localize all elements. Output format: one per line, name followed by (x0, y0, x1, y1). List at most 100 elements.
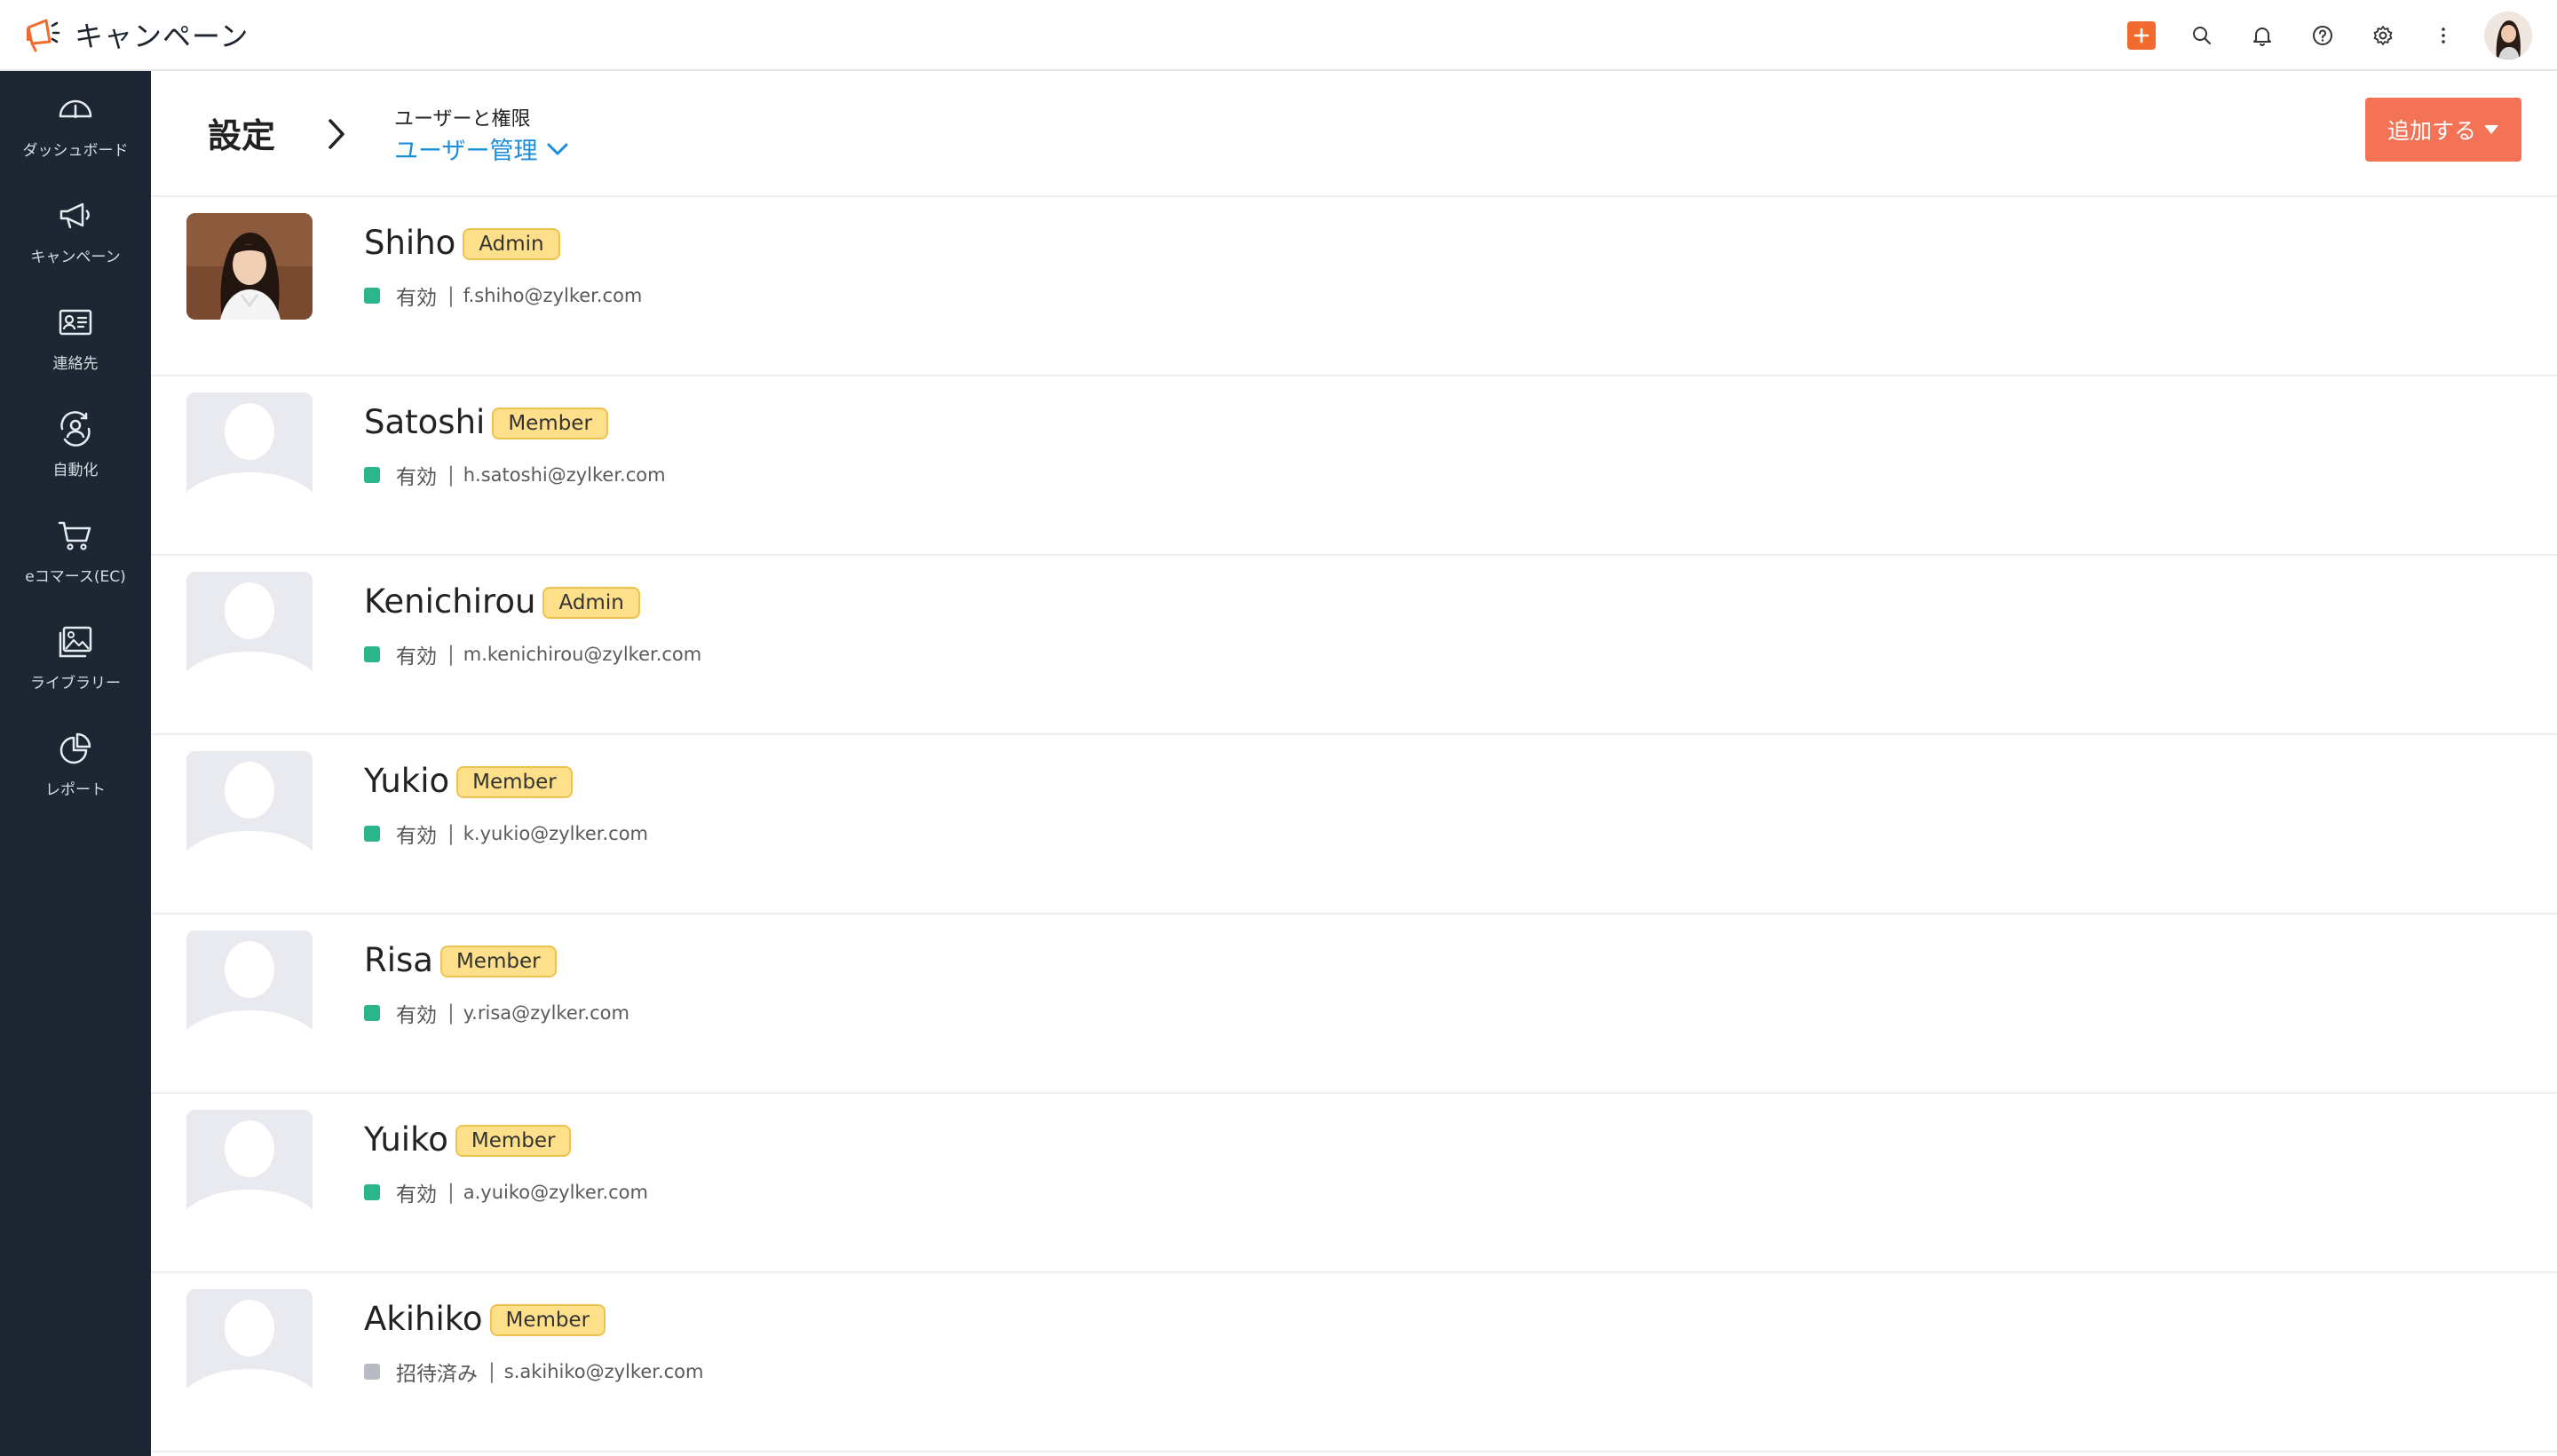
user-name: Shiho Admin (364, 224, 560, 262)
role-badge: Admin (463, 228, 560, 260)
user-status-line: 招待済み | s.akihiko@zylker.com (364, 1357, 704, 1387)
status-indicator (364, 1364, 380, 1380)
sidebar-item-dashboard[interactable]: ダッシュボード (0, 71, 151, 178)
sidebar-item-ecommerce[interactable]: eコマース(EC) (0, 497, 151, 604)
user-photo (186, 213, 313, 320)
user-name-text: Shiho (364, 224, 456, 262)
cart-icon (58, 521, 91, 550)
user-email: f.shiho@zylker.com (463, 285, 643, 306)
sidebar-item-automation[interactable]: 自動化 (0, 391, 151, 497)
user-name: Yuiko Member (364, 1120, 572, 1159)
user-row[interactable]: Satoshi Member 有効 | h.satoshi@zylker.com (151, 376, 2557, 556)
user-name: Satoshi Member (364, 403, 608, 441)
user-status-line: 有効 | a.yuiko@zylker.com (364, 1177, 648, 1207)
search-button[interactable] (2172, 0, 2232, 71)
page-title: 設定 (208, 116, 276, 155)
automation-icon (60, 410, 91, 447)
role-badge: Member (492, 408, 608, 439)
user-email: h.satoshi@zylker.com (463, 464, 666, 486)
role-badge: Member (439, 946, 557, 977)
status-indicator (364, 826, 380, 842)
quick-add-button[interactable] (2111, 0, 2172, 71)
user-photo-image (186, 213, 313, 320)
user-name-text: Kenichirou (364, 582, 536, 621)
user-row[interactable]: Kenichirou Admin 有効 | m.kenichirou@zylker… (151, 556, 2557, 735)
campaign-logo-icon (27, 19, 60, 52)
sidebar-item-reports[interactable]: レポート (0, 710, 151, 817)
dashboard-icon (59, 99, 92, 118)
top-actions (2111, 0, 2532, 71)
sidebar-item-library[interactable]: ライブラリー (0, 604, 151, 710)
breadcrumb-current-dropdown[interactable]: ユーザー管理 (394, 131, 569, 166)
top-bar: キャンペーン (0, 0, 2557, 71)
user-name-text: Satoshi (364, 403, 486, 441)
user-name-text: Risa (364, 941, 433, 979)
sidebar: ダッシュボード キャンペーン 連絡先 自動化 eコマース(EC) ライブラリー … (0, 71, 151, 1456)
avatar-placeholder-icon (186, 930, 313, 1037)
avatar-placeholder-icon (186, 1289, 313, 1396)
status-indicator (364, 288, 380, 304)
help-icon (2313, 26, 2332, 45)
avatar-placeholder (186, 1110, 313, 1216)
user-email: m.kenichirou@zylker.com (463, 644, 702, 665)
user-status-line: 有効 | y.risa@zylker.com (364, 998, 629, 1028)
sidebar-item-label: レポート (45, 780, 106, 799)
avatar-placeholder (186, 392, 313, 499)
separator: | (447, 463, 455, 487)
user-email: s.akihiko@zylker.com (503, 1361, 704, 1382)
add-button-label: 追加する (2387, 119, 2476, 144)
avatar-placeholder (186, 572, 313, 678)
separator: | (447, 822, 455, 845)
status-text: 有効 (396, 466, 437, 489)
role-badge: Member (456, 766, 573, 798)
app-title: キャンペーン (75, 20, 249, 53)
more-button[interactable] (2413, 0, 2474, 71)
user-status-line: 有効 | f.shiho@zylker.com (364, 281, 642, 311)
caret-down-icon (2484, 125, 2498, 134)
add-user-button[interactable]: 追加する (2365, 98, 2521, 162)
status-text: 招待済み (396, 1363, 478, 1386)
sidebar-item-label: ダッシュボード (22, 141, 129, 160)
separator: | (447, 1001, 455, 1025)
avatar-placeholder-icon (186, 1110, 313, 1216)
bell-icon (2253, 28, 2271, 46)
user-email: a.yuiko@zylker.com (463, 1182, 648, 1203)
user-row[interactable]: Risa Member 有効 | y.risa@zylker.com (151, 914, 2557, 1094)
sidebar-item-contacts[interactable]: 連絡先 (0, 284, 151, 391)
user-row[interactable]: Yukio Member 有効 | k.yukio@zylker.com (151, 735, 2557, 914)
status-indicator (364, 467, 380, 483)
megaphone-icon (59, 202, 90, 228)
status-text: 有効 (396, 1004, 437, 1027)
user-row[interactable]: Yuiko Member 有効 | a.yuiko@zylker.com (151, 1094, 2557, 1273)
sidebar-item-label: ライブラリー (30, 674, 121, 692)
avatar-placeholder (186, 930, 313, 1037)
separator: | (447, 284, 455, 307)
user-status-line: 有効 | k.yukio@zylker.com (364, 819, 648, 849)
avatar[interactable] (2484, 12, 2532, 59)
user-row[interactable]: Akihiko Member 招待済み | s.akihiko@zylker.co… (151, 1273, 2557, 1452)
breadcrumb-parent[interactable]: ユーザーと権限 (394, 103, 531, 131)
status-text: 有効 (396, 1183, 437, 1207)
help-button[interactable] (2292, 0, 2353, 71)
settings-header: 設定 ユーザーと権限 ユーザー管理 追加する (151, 73, 2557, 197)
sidebar-item-label: キャンペーン (30, 248, 121, 266)
search-icon (2193, 27, 2211, 44)
user-name: Akihiko Member (364, 1300, 606, 1338)
notifications-button[interactable] (2232, 0, 2292, 71)
user-name: Kenichirou Admin (364, 582, 640, 621)
breadcrumb-current-label: ユーザー管理 (394, 138, 538, 165)
user-avatar-image (2484, 12, 2532, 59)
avatar-placeholder-icon (186, 751, 313, 858)
plus-icon (2127, 21, 2156, 50)
avatar-placeholder (186, 751, 313, 858)
role-badge: Member (455, 1125, 572, 1157)
settings-button[interactable] (2353, 0, 2413, 71)
user-row[interactable]: Shiho Admin 有効 | f.shiho@zylker.com (151, 197, 2557, 376)
sidebar-item-label: eコマース(EC) (25, 567, 126, 586)
brand[interactable]: キャンペーン (23, 14, 249, 55)
status-indicator (364, 1005, 380, 1021)
status-text: 有効 (396, 825, 437, 848)
role-badge: Member (489, 1304, 606, 1336)
sidebar-item-campaigns[interactable]: キャンペーン (0, 178, 151, 284)
separator: | (488, 1360, 495, 1383)
